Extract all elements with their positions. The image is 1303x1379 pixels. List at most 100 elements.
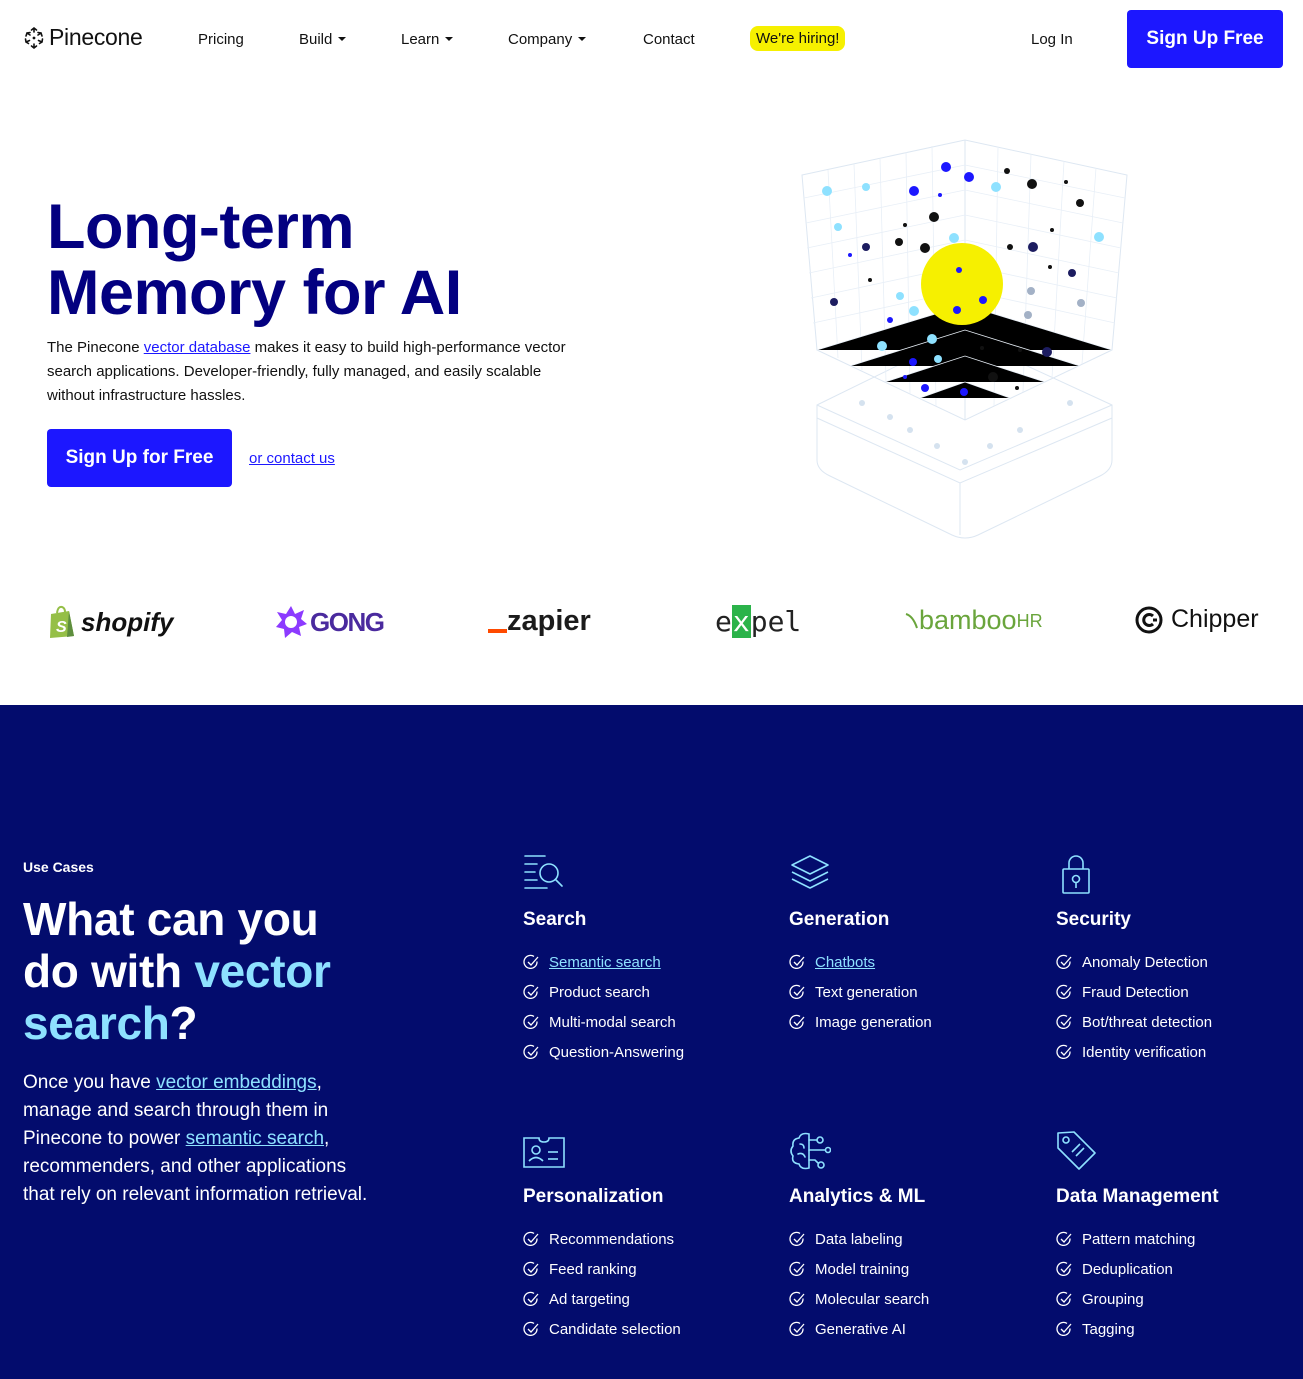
list-item-label: Bot/threat detection — [1082, 1013, 1213, 1031]
list-item-label: Pattern matching — [1082, 1230, 1196, 1248]
category-title: Security — [1056, 909, 1131, 930]
login-link[interactable]: Log In — [1031, 31, 1073, 48]
check-circle-icon — [1056, 1321, 1072, 1337]
list-item: Candidate selection — [523, 1314, 763, 1344]
list-item: Image generation — [789, 1007, 1029, 1037]
check-circle-icon — [789, 1261, 805, 1277]
list-item: Ad targeting — [523, 1284, 763, 1314]
lock-icon — [1062, 855, 1090, 894]
contact-us-link[interactable]: or contact us — [249, 450, 335, 467]
zapier-wordmark: zapier — [507, 605, 591, 637]
vector-embeddings-link[interactable]: vector embeddings — [156, 1072, 317, 1093]
nav-pricing-label: Pricing — [198, 31, 244, 48]
check-circle-icon — [1056, 954, 1072, 970]
bamboo-wordmark: bamboo — [919, 605, 1017, 635]
check-circle-icon — [523, 1014, 539, 1030]
list-item: Recommendations — [523, 1224, 763, 1254]
category-list: Anomaly Detection Fraud Detection Bot/th… — [1056, 947, 1296, 1067]
check-circle-icon — [523, 1321, 539, 1337]
list-item: Semantic search — [523, 947, 763, 977]
bamboohr-logo: bamboo HR — [905, 605, 1043, 636]
category-title: Analytics & ML — [789, 1186, 926, 1207]
nav-pricing[interactable]: Pricing — [198, 31, 244, 48]
expel-x-mark: x — [731, 605, 751, 638]
hiring-badge[interactable]: We're hiring! — [750, 26, 846, 51]
list-item: Chatbots — [789, 947, 1029, 977]
list-item-label: Recommendations — [549, 1230, 675, 1248]
semantic-search-link[interactable]: semantic search — [186, 1128, 324, 1149]
list-item: Identity verification — [1056, 1037, 1296, 1067]
check-circle-icon — [1056, 1291, 1072, 1307]
hero-signup-button[interactable]: Sign Up for Free — [47, 429, 232, 487]
gong-burst-icon — [276, 606, 307, 638]
nav-company[interactable]: Company — [508, 31, 587, 48]
check-circle-icon — [523, 1231, 539, 1247]
list-item-label: Ad targeting — [549, 1290, 630, 1308]
use-cases-description: Once you have vector embeddings, manage … — [23, 1069, 368, 1209]
shopify-logo: S shopify — [47, 605, 173, 639]
hero-description: The Pinecone vector database makes it ea… — [47, 336, 567, 408]
zapier-underscore-icon — [488, 628, 507, 633]
check-circle-icon — [523, 1261, 539, 1277]
desc-text: Once you have — [23, 1072, 157, 1093]
signup-button[interactable]: Sign Up Free — [1127, 10, 1283, 68]
list-item: Product search — [523, 977, 763, 1007]
pinecone-logo[interactable]: Pinecone — [23, 24, 143, 51]
list-item-label: Grouping — [1082, 1290, 1144, 1308]
list-item: Deduplication — [1056, 1254, 1296, 1284]
category-list: Semantic search Product search Multi-mod… — [523, 947, 763, 1067]
list-item-label: Feed ranking — [549, 1260, 637, 1278]
pinecone-logo-icon — [24, 26, 44, 49]
list-item: Pattern matching — [1056, 1224, 1296, 1254]
category-search: Search Semantic search Product search Mu… — [523, 853, 763, 1067]
category-title: Search — [523, 909, 587, 930]
category-list: Data labeling Model training Molecular s… — [789, 1224, 1029, 1344]
caret-down-icon — [338, 37, 347, 42]
expel-wordmark-part: pel — [750, 605, 802, 638]
hero-desc-text: The Pinecone — [47, 339, 144, 356]
nav-learn-label: Learn — [401, 31, 440, 48]
use-cases-section: Use Cases What can you do with vector se… — [0, 705, 1303, 1379]
list-item-label: Model training — [815, 1260, 910, 1278]
check-circle-icon — [789, 1231, 805, 1247]
gong-wordmark: GONG — [310, 606, 385, 637]
check-circle-icon — [1056, 1014, 1072, 1030]
chipper-c-icon — [1135, 606, 1163, 633]
check-circle-icon — [1056, 984, 1072, 1000]
check-circle-icon — [789, 1291, 805, 1307]
brain-circuit-icon — [790, 1132, 831, 1170]
check-circle-icon — [523, 1291, 539, 1307]
category-title: Data Management — [1056, 1186, 1219, 1207]
use-cases-title: What can you do with vector search? — [23, 893, 383, 1049]
chatbots-item-link[interactable]: Chatbots — [815, 954, 875, 971]
nav-contact[interactable]: Contact — [643, 31, 695, 48]
caret-down-icon — [578, 37, 587, 42]
nav-learn[interactable]: Learn — [401, 31, 454, 48]
vector-database-link[interactable]: vector database — [144, 339, 251, 356]
hero-title: Long-term Memory for AI — [47, 194, 462, 326]
nav-contact-label: Contact — [643, 31, 695, 48]
list-item: Text generation — [789, 977, 1029, 1007]
nav-build[interactable]: Build — [299, 31, 347, 48]
search-list-icon — [524, 855, 563, 889]
chipper-wordmark: Chipper — [1171, 605, 1259, 633]
zapier-logo: zapier — [488, 605, 591, 638]
nav-company-label: Company — [508, 31, 573, 48]
tag-icon — [1057, 1131, 1096, 1170]
semantic-search-item-link[interactable]: Semantic search — [549, 954, 661, 971]
list-item-label: Text generation — [815, 983, 918, 1001]
list-item: Bot/threat detection — [1056, 1007, 1296, 1037]
list-item-label: Generative AI — [815, 1320, 906, 1338]
list-item: Feed ranking — [523, 1254, 763, 1284]
list-item-label: Question-Answering — [549, 1043, 685, 1061]
logo-text: Pinecone — [49, 24, 143, 50]
category-security: Security Anomaly Detection Fraud Detecti… — [1056, 853, 1296, 1067]
list-item-label: Multi-modal search — [549, 1013, 676, 1031]
bamboo-leaf-icon — [905, 612, 918, 628]
list-item-label: Product search — [549, 983, 650, 1001]
category-list: Recommendations Feed ranking Ad targetin… — [523, 1224, 763, 1344]
top-nav: Pinecone Pricing Build Learn Company Con… — [0, 0, 1303, 80]
list-item-label: Data labeling — [815, 1230, 903, 1248]
category-title: Generation — [789, 909, 890, 930]
category-personalization: Personalization Recommendations Feed ran… — [523, 1130, 763, 1344]
